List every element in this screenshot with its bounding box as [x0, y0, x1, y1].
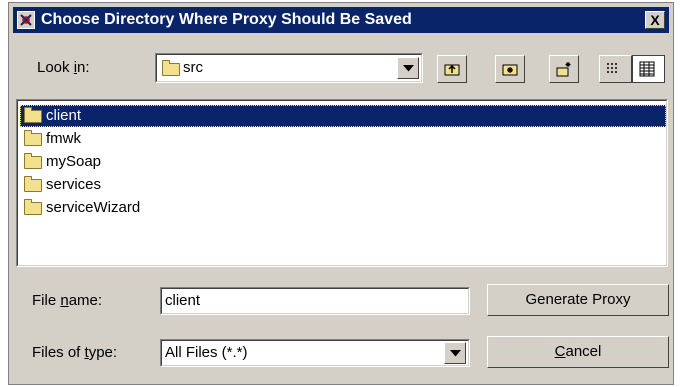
chevron-down-icon — [449, 350, 461, 357]
files-of-type-combo[interactable]: All Files (*.*) — [160, 339, 470, 367]
details-view-button[interactable] — [632, 55, 665, 83]
title-bar[interactable]: Choose Directory Where Proxy Should Be S… — [13, 7, 669, 33]
home-folder-icon — [502, 64, 518, 76]
cancel-mnemonic: C — [554, 343, 566, 360]
files-of-type-dropdown-button[interactable] — [444, 342, 466, 364]
look-in-label: Look in: — [37, 59, 90, 76]
file-name-value: client — [165, 292, 201, 309]
choose-directory-dialog: Choose Directory Where Proxy Should Be S… — [8, 2, 674, 385]
folder-icon — [162, 60, 180, 76]
look-in-value: src — [183, 59, 203, 76]
cancel-button[interactable]: Cancel — [487, 336, 669, 368]
list-item[interactable]: fmwk — [20, 128, 666, 150]
java-cup-icon — [17, 11, 35, 29]
folder-icon — [24, 106, 42, 123]
generate-proxy-button[interactable]: Generate Proxy — [487, 284, 669, 316]
up-one-level-icon — [444, 64, 460, 76]
folder-icon — [24, 198, 42, 215]
dialog-title: Choose Directory Where Proxy Should Be S… — [41, 11, 412, 28]
file-name-label: File name: — [32, 292, 103, 309]
list-view-icon — [607, 63, 617, 73]
generate-proxy-label: Generate Proxy — [525, 291, 631, 308]
cancel-label: ancel — [565, 343, 602, 360]
home-folder-button[interactable] — [495, 55, 525, 83]
chevron-down-icon — [402, 65, 414, 72]
directory-list[interactable]: client fmwk mySoap services serviceWizar… — [16, 99, 668, 267]
list-item-label: fmwk — [46, 130, 81, 147]
list-item-label: services — [46, 176, 102, 193]
list-item[interactable]: services — [20, 174, 666, 196]
close-icon: X — [650, 12, 660, 28]
folder-icon — [24, 129, 42, 146]
list-item-label: client — [46, 107, 82, 124]
list-view-button[interactable] — [599, 55, 632, 83]
folder-icon — [24, 152, 42, 169]
list-item-label: serviceWizard — [46, 199, 141, 216]
list-item-label: mySoap — [46, 153, 102, 170]
new-folder-button[interactable] — [549, 55, 579, 83]
list-item[interactable]: serviceWizard — [20, 197, 666, 219]
list-item[interactable]: mySoap — [20, 151, 666, 173]
view-toggle-group — [599, 55, 665, 83]
close-button[interactable]: X — [645, 11, 665, 29]
folder-icon — [24, 175, 42, 192]
list-item[interactable]: client — [20, 105, 666, 127]
up-one-level-button[interactable] — [437, 55, 467, 83]
look-in-combo[interactable]: src — [155, 53, 423, 83]
look-in-dropdown-button[interactable] — [397, 57, 419, 79]
new-folder-icon — [556, 62, 571, 77]
files-of-type-value: All Files (*.*) — [165, 344, 248, 361]
file-name-field[interactable]: client — [160, 287, 470, 315]
details-view-icon — [639, 61, 655, 77]
files-of-type-label: Files of type: — [32, 344, 118, 361]
